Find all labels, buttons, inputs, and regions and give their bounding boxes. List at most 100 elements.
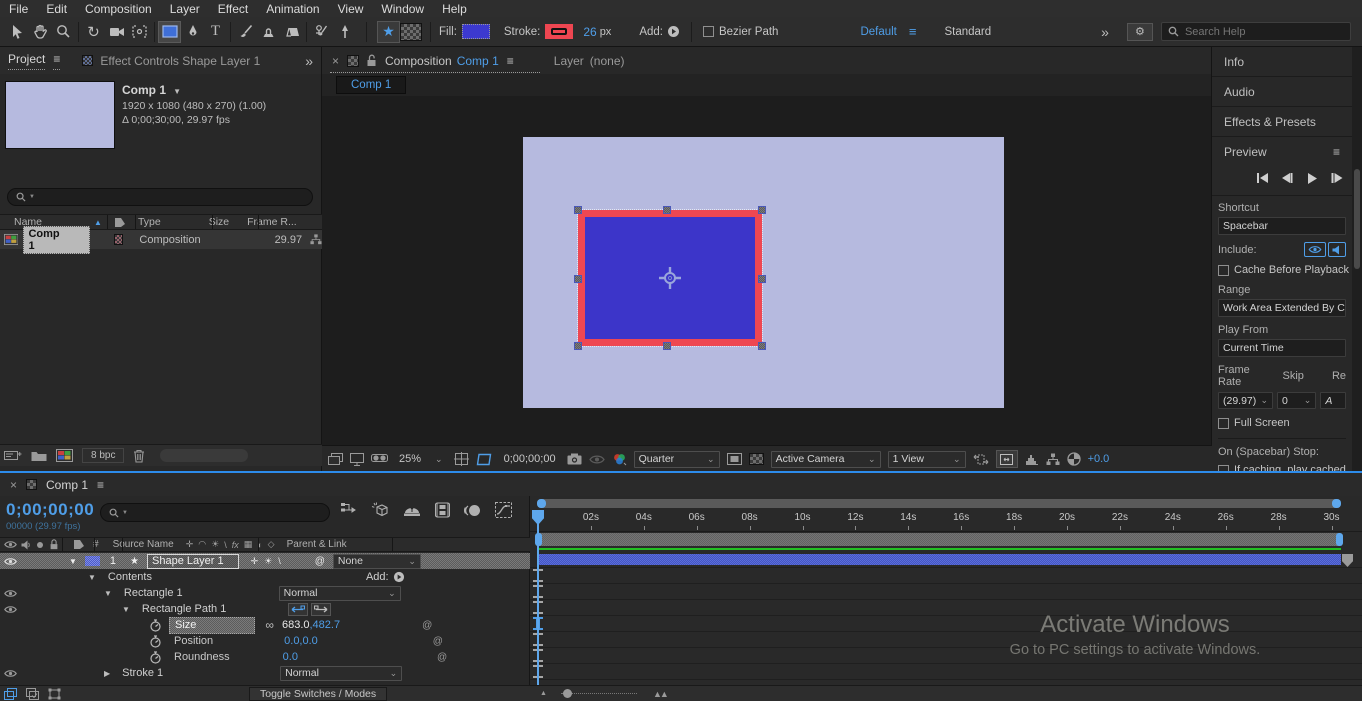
viewer-subtab-comp[interactable]: Comp 1: [336, 76, 407, 94]
bpc-button[interactable]: 8 bpc: [82, 448, 125, 463]
project-item-name[interactable]: Comp 1: [23, 225, 90, 254]
resolution-dropdown[interactable]: Quarter ⌄: [633, 450, 720, 468]
search-help-box[interactable]: [1160, 22, 1351, 41]
rect1-label[interactable]: Rectangle 1: [124, 587, 183, 599]
motion-blur-icon[interactable]: [464, 503, 481, 518]
graph-editor-icon[interactable]: [495, 502, 512, 518]
roundness-value[interactable]: 0.0: [283, 651, 298, 663]
menu-item-animation[interactable]: Animation: [257, 2, 328, 16]
row-rectangle-path-1[interactable]: ▼ Rectangle Path 1: [0, 601, 530, 617]
clone-stamp-tool-button[interactable]: [257, 21, 280, 43]
zoom-out-icon[interactable]: ▲: [540, 690, 547, 697]
time-navigator-end-handle[interactable]: [1332, 499, 1341, 508]
composition-mini-flowchart-icon[interactable]: [340, 502, 357, 518]
position-label[interactable]: Position: [174, 635, 213, 647]
comp-name-caret-icon[interactable]: ▼: [173, 87, 181, 96]
preview-panel-menu-icon[interactable]: ≡: [1333, 145, 1340, 159]
playhead-line[interactable]: [537, 510, 539, 685]
viewer-tab-menu-icon[interactable]: ≡: [507, 54, 514, 68]
frame-blending-icon[interactable]: [435, 502, 450, 518]
size-pick-whip-icon[interactable]: @: [422, 620, 432, 631]
timeline-tab-close-icon[interactable]: ×: [10, 478, 17, 492]
play-button[interactable]: [1301, 169, 1323, 187]
column-type[interactable]: Type: [138, 216, 161, 228]
row-rectangle-1[interactable]: ▼ Rectangle 1 Normal ⌄: [0, 585, 530, 601]
sidebar-scrollbar[interactable]: [1352, 47, 1362, 472]
cache-before-playback-checkbox[interactable]: [1218, 264, 1229, 276]
type-tool-button[interactable]: T: [204, 21, 227, 43]
row-contents[interactable]: ▼ Contents Add:: [0, 569, 530, 585]
draft-3d-icon[interactable]: [371, 502, 389, 518]
column-parent-link[interactable]: Parent & Link: [287, 539, 347, 550]
camera-tool-button[interactable]: [105, 21, 128, 43]
project-comp-name[interactable]: Comp 1: [122, 83, 166, 97]
layer-pick-whip-icon[interactable]: @: [315, 556, 325, 567]
roto-brush-tool-button[interactable]: [310, 21, 333, 43]
menu-item-effect[interactable]: Effect: [209, 2, 257, 16]
roundness-label[interactable]: Roundness: [174, 651, 230, 663]
shape-handle-w[interactable]: [574, 275, 582, 283]
row-eye-icon[interactable]: [4, 605, 17, 614]
search-help-input[interactable]: [1184, 25, 1335, 38]
timeline-search-box[interactable]: ▼: [100, 503, 330, 522]
stopwatch-icon[interactable]: [150, 634, 161, 648]
layer-name[interactable]: Shape Layer 1: [147, 553, 239, 569]
add-shape-button[interactable]: [667, 25, 680, 38]
shape-handle-se[interactable]: [758, 342, 766, 350]
frame-rate-dropdown[interactable]: (29.97) ⌄: [1218, 392, 1273, 409]
menu-item-help[interactable]: Help: [433, 2, 476, 16]
path1-label[interactable]: Rectangle Path 1: [142, 603, 226, 615]
panel-preview[interactable]: Preview ≡: [1212, 137, 1352, 167]
timeline-zoom-slider[interactable]: [560, 689, 637, 698]
pen-tool-button[interactable]: [181, 21, 204, 43]
constrain-link-icon[interactable]: ∞: [265, 618, 274, 632]
shortcut-dropdown[interactable]: Spacebar: [1218, 217, 1346, 235]
rectangle-tool-button[interactable]: [158, 20, 181, 43]
layer-label-swatch[interactable]: [84, 556, 100, 566]
column-frame-rate[interactable]: Frame R...: [247, 216, 297, 228]
eraser-tool-button[interactable]: [280, 21, 303, 43]
viewer-tab-label[interactable]: Composition: [385, 54, 452, 68]
time-ruler[interactable]: 0s02s04s06s08s10s12s14s16s18s20s22s24s26…: [530, 510, 1362, 532]
pan-behind-tool-button[interactable]: [128, 21, 151, 43]
layer-eye-icon[interactable]: [4, 557, 17, 566]
size-label[interactable]: Size: [169, 616, 256, 634]
layer-row-shape-layer-1[interactable]: ▼ 1 ★ Shape Layer 1 ✛ ☀ \ @ None ⌄: [0, 553, 530, 569]
shape-handle-n[interactable]: [663, 206, 671, 214]
stroke1-label[interactable]: Stroke 1: [122, 667, 163, 679]
label-column-icon[interactable]: [114, 217, 126, 228]
toolbar-overflow-icon[interactable]: »: [1101, 24, 1109, 40]
tab-layer[interactable]: Layer: [554, 54, 584, 68]
selection-tool-button[interactable]: [6, 21, 29, 43]
shape-layer-rectangle[interactable]: [574, 206, 766, 350]
transparency-grid-toggle[interactable]: [400, 22, 422, 41]
trash-icon[interactable]: [133, 449, 145, 463]
snapshot-camera-icon[interactable]: [567, 453, 582, 465]
magnification-dropdown[interactable]: 25% ⌄: [395, 453, 447, 465]
menu-item-edit[interactable]: Edit: [37, 2, 76, 16]
show-snapshot-eye-icon[interactable]: [588, 454, 605, 465]
project-footer-scrollbar[interactable]: [160, 449, 249, 462]
transparency-grid-icon[interactable]: [748, 453, 764, 465]
interpret-footage-icon[interactable]: [4, 449, 22, 462]
timeline-timecode[interactable]: 0;00;00;00: [6, 500, 94, 520]
timeline-tab-menu-icon[interactable]: ≡: [97, 478, 104, 492]
path-direction-normal-icon[interactable]: [311, 602, 332, 616]
menu-item-view[interactable]: View: [329, 2, 373, 16]
project-search-box[interactable]: ▼: [7, 188, 313, 206]
shape-handle-ne[interactable]: [758, 206, 766, 214]
row-stroke-1[interactable]: ▶ Stroke 1 Normal ⌄: [0, 665, 530, 681]
fill-color-swatch[interactable]: [461, 24, 490, 39]
position-pick-whip-icon[interactable]: @: [433, 636, 443, 647]
layer-switch-anchor-icon[interactable]: ✛: [251, 556, 259, 567]
exposure-value[interactable]: +0.0: [1088, 453, 1110, 465]
project-item-row[interactable]: Comp 1 Composition 29.97: [0, 225, 322, 254]
anchor-point-icon[interactable]: [658, 266, 682, 290]
mini-flowchart-icon[interactable]: [1046, 453, 1060, 466]
row-eye-icon[interactable]: [4, 669, 17, 678]
pixel-aspect-toggle[interactable]: [995, 450, 1018, 468]
rotate-tool-button[interactable]: ↻: [82, 21, 105, 43]
tab-effect-controls[interactable]: Effect Controls Shape Layer 1: [100, 54, 260, 68]
channels-icon[interactable]: [612, 453, 627, 466]
always-preview-icon[interactable]: [328, 452, 343, 466]
